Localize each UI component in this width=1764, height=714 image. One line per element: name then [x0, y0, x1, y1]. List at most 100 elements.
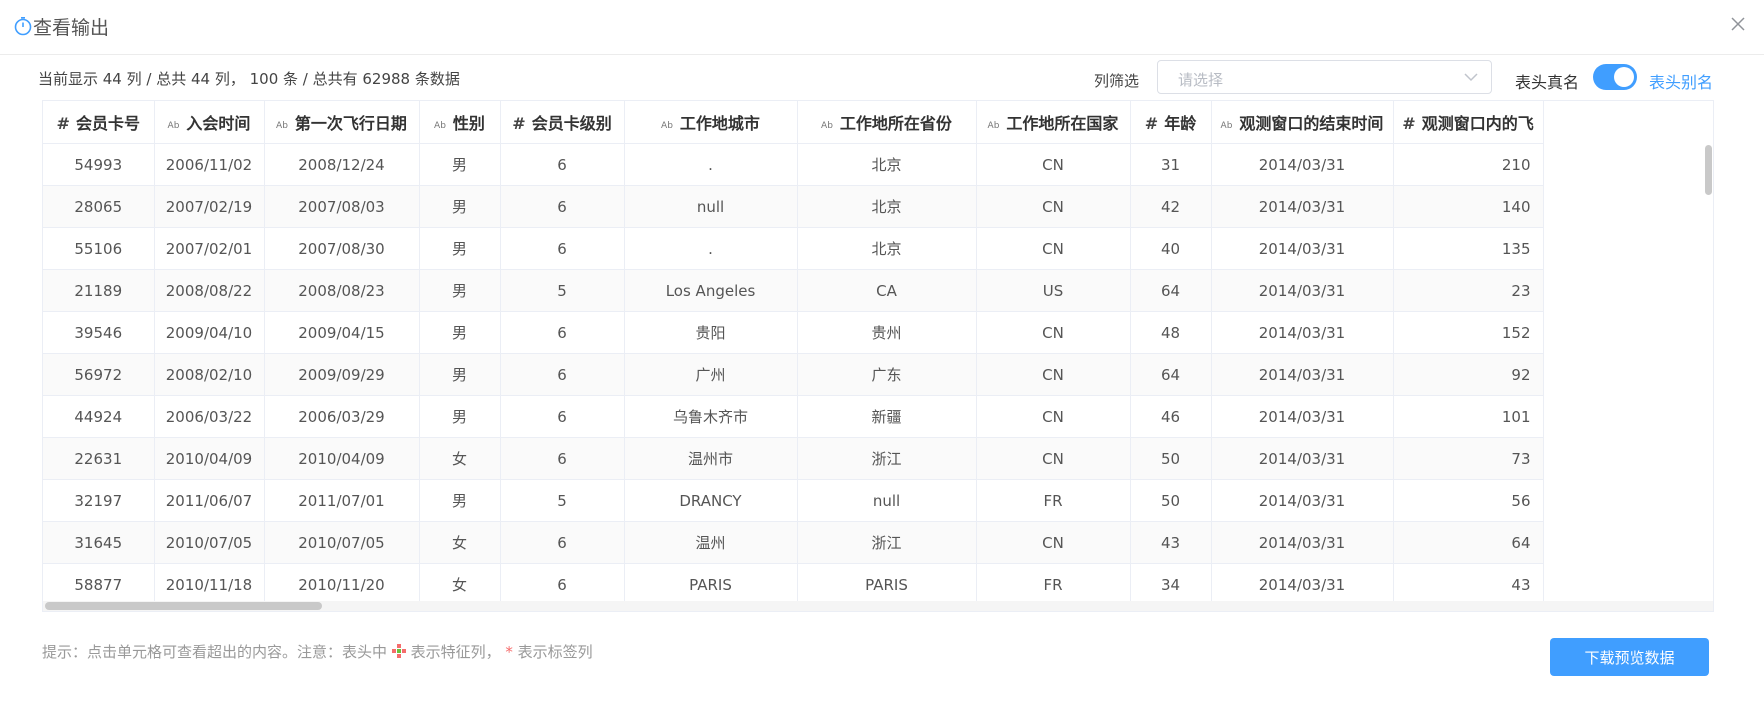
close-icon[interactable] — [1728, 14, 1748, 34]
table-cell[interactable]: 2014/03/31 — [1211, 437, 1394, 480]
column-header[interactable]: Ab 第一次飞行日期 — [264, 101, 420, 144]
table-cell[interactable]: 2008/08/22 — [154, 269, 265, 312]
table-cell[interactable]: 6 — [500, 227, 625, 270]
column-header[interactable]: Ab 工作地所在国家 — [976, 101, 1131, 144]
table-cell[interactable]: 2010/07/05 — [264, 521, 420, 564]
table-cell[interactable]: 浙江 — [797, 437, 977, 480]
table-cell[interactable]: 2014/03/31 — [1211, 353, 1394, 396]
table-cell[interactable]: 男 — [419, 227, 501, 270]
table-cell[interactable]: 54993 — [43, 143, 155, 186]
header-alias-label[interactable]: 表头别名 — [1649, 69, 1713, 93]
table-cell[interactable]: 55106 — [43, 227, 155, 270]
table-cell[interactable]: 男 — [419, 353, 501, 396]
table-cell[interactable]: 温州 — [624, 521, 798, 564]
table-cell[interactable]: 23 — [1393, 269, 1544, 312]
table-cell[interactable]: 2010/04/09 — [264, 437, 420, 480]
header-name-toggle[interactable] — [1593, 64, 1637, 90]
table-cell[interactable]: FR — [976, 479, 1131, 522]
table-cell[interactable]: 温州市 — [624, 437, 798, 480]
table-cell[interactable]: . — [624, 143, 798, 186]
table-cell[interactable]: 2006/11/02 — [154, 143, 265, 186]
table-cell[interactable]: DRANCY — [624, 479, 798, 522]
table-cell[interactable]: 乌鲁木齐市 — [624, 395, 798, 438]
table-cell[interactable]: 浙江 — [797, 521, 977, 564]
table-cell[interactable]: 男 — [419, 395, 501, 438]
table-cell[interactable]: 2010/04/09 — [154, 437, 265, 480]
table-cell[interactable]: 2006/03/29 — [264, 395, 420, 438]
table-cell[interactable]: null — [797, 479, 977, 522]
table-cell[interactable]: 6 — [500, 437, 625, 480]
table-cell[interactable]: 2010/11/18 — [154, 563, 265, 606]
horizontal-scroll-thumb[interactable] — [45, 602, 322, 610]
table-cell[interactable]: 2008/12/24 — [264, 143, 420, 186]
table-cell[interactable]: 6 — [500, 311, 625, 354]
table-cell[interactable]: 2014/03/31 — [1211, 143, 1394, 186]
table-cell[interactable]: 5 — [500, 479, 625, 522]
table-cell[interactable]: 男 — [419, 185, 501, 228]
column-header[interactable]: Ab 观测窗口的结束时间 — [1211, 101, 1394, 144]
table-cell[interactable]: 50 — [1130, 437, 1212, 480]
table-cell[interactable]: 34 — [1130, 563, 1212, 606]
column-header[interactable]: Ab 工作地城市 — [624, 101, 798, 144]
table-cell[interactable]: 64 — [1130, 269, 1212, 312]
table-cell[interactable]: 贵州 — [797, 311, 977, 354]
table-cell[interactable]: 男 — [419, 269, 501, 312]
table-cell[interactable]: 46 — [1130, 395, 1212, 438]
table-cell[interactable]: 2009/04/10 — [154, 311, 265, 354]
table-cell[interactable]: 女 — [419, 437, 501, 480]
table-cell[interactable]: 2007/08/30 — [264, 227, 420, 270]
table-cell[interactable]: 北京 — [797, 143, 977, 186]
table-cell[interactable]: CN — [976, 353, 1131, 396]
table-cell[interactable]: 21189 — [43, 269, 155, 312]
table-cell[interactable]: 42 — [1130, 185, 1212, 228]
table-cell[interactable]: 48 — [1130, 311, 1212, 354]
table-cell[interactable]: 44924 — [43, 395, 155, 438]
table-cell[interactable]: 28065 — [43, 185, 155, 228]
table-cell[interactable]: 2014/03/31 — [1211, 563, 1394, 606]
table-cell[interactable]: 2007/02/01 — [154, 227, 265, 270]
table-cell[interactable]: CN — [976, 521, 1131, 564]
table-cell[interactable]: 2014/03/31 — [1211, 395, 1394, 438]
table-cell[interactable]: 73 — [1393, 437, 1544, 480]
table-cell[interactable]: 43 — [1393, 563, 1544, 606]
table-cell[interactable]: 50 — [1130, 479, 1212, 522]
table-cell[interactable]: 6 — [500, 395, 625, 438]
table-cell[interactable]: CN — [976, 143, 1131, 186]
table-cell[interactable]: 女 — [419, 521, 501, 564]
table-cell[interactable]: 2014/03/31 — [1211, 479, 1394, 522]
column-header[interactable]: # 会员卡号 — [43, 101, 155, 144]
table-cell[interactable]: 92 — [1393, 353, 1544, 396]
table-cell[interactable]: 贵阳 — [624, 311, 798, 354]
table-cell[interactable]: 男 — [419, 479, 501, 522]
table-cell[interactable]: 40 — [1130, 227, 1212, 270]
table-cell[interactable]: 5 — [500, 269, 625, 312]
table-cell[interactable]: 39546 — [43, 311, 155, 354]
table-cell[interactable]: 广州 — [624, 353, 798, 396]
table-cell[interactable]: 2014/03/31 — [1211, 227, 1394, 270]
table-cell[interactable]: 2006/03/22 — [154, 395, 265, 438]
download-preview-button[interactable]: 下载预览数据 — [1550, 638, 1709, 676]
table-cell[interactable]: 女 — [419, 563, 501, 606]
table-cell[interactable]: PARIS — [624, 563, 798, 606]
table-cell[interactable]: 广东 — [797, 353, 977, 396]
table-cell[interactable]: 2009/04/15 — [264, 311, 420, 354]
table-cell[interactable]: CA — [797, 269, 977, 312]
table-cell[interactable]: 64 — [1393, 521, 1544, 564]
table-cell[interactable]: 2007/02/19 — [154, 185, 265, 228]
table-cell[interactable]: 31 — [1130, 143, 1212, 186]
table-cell[interactable]: 32197 — [43, 479, 155, 522]
table-cell[interactable]: 58877 — [43, 563, 155, 606]
table-cell[interactable]: 56972 — [43, 353, 155, 396]
table-cell[interactable]: PARIS — [797, 563, 977, 606]
horizontal-scrollbar[interactable] — [43, 601, 1713, 611]
table-cell[interactable]: 6 — [500, 185, 625, 228]
column-header[interactable]: Ab 性别 — [419, 101, 501, 144]
table-cell[interactable]: . — [624, 227, 798, 270]
column-header[interactable]: Ab 工作地所在省份 — [797, 101, 977, 144]
table-cell[interactable]: 男 — [419, 311, 501, 354]
table-cell[interactable]: CN — [976, 437, 1131, 480]
column-header[interactable]: # 年龄 — [1130, 101, 1212, 144]
table-cell[interactable]: US — [976, 269, 1131, 312]
table-cell[interactable]: CN — [976, 395, 1131, 438]
column-header[interactable]: Ab 入会时间 — [154, 101, 265, 144]
